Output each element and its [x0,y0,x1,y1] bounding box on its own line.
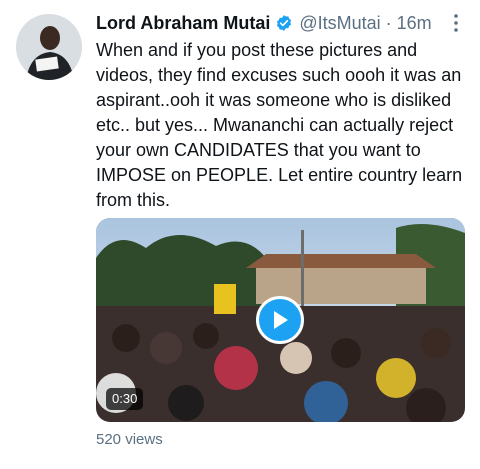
author-handle[interactable]: @ItsMutai [299,13,380,34]
video-duration-badge: 0:30 [106,388,144,410]
timestamp[interactable]: 16m [397,13,432,34]
play-icon [274,311,288,329]
play-button[interactable] [256,296,304,344]
author-name[interactable]: Lord Abraham Mutai [96,13,270,34]
tweet-header: Lord Abraham Mutai @ItsMutai · 16m [96,10,432,36]
avatar[interactable] [16,14,82,80]
tweet-card[interactable]: Lord Abraham Mutai @ItsMutai · 16m When … [0,0,480,469]
separator-dot: · [385,12,392,33]
tweet-text: When and if you post these pictures and … [96,40,463,210]
view-count: 520 views [96,431,163,448]
verified-badge-icon [275,14,293,32]
more-options-icon[interactable] [448,12,464,34]
